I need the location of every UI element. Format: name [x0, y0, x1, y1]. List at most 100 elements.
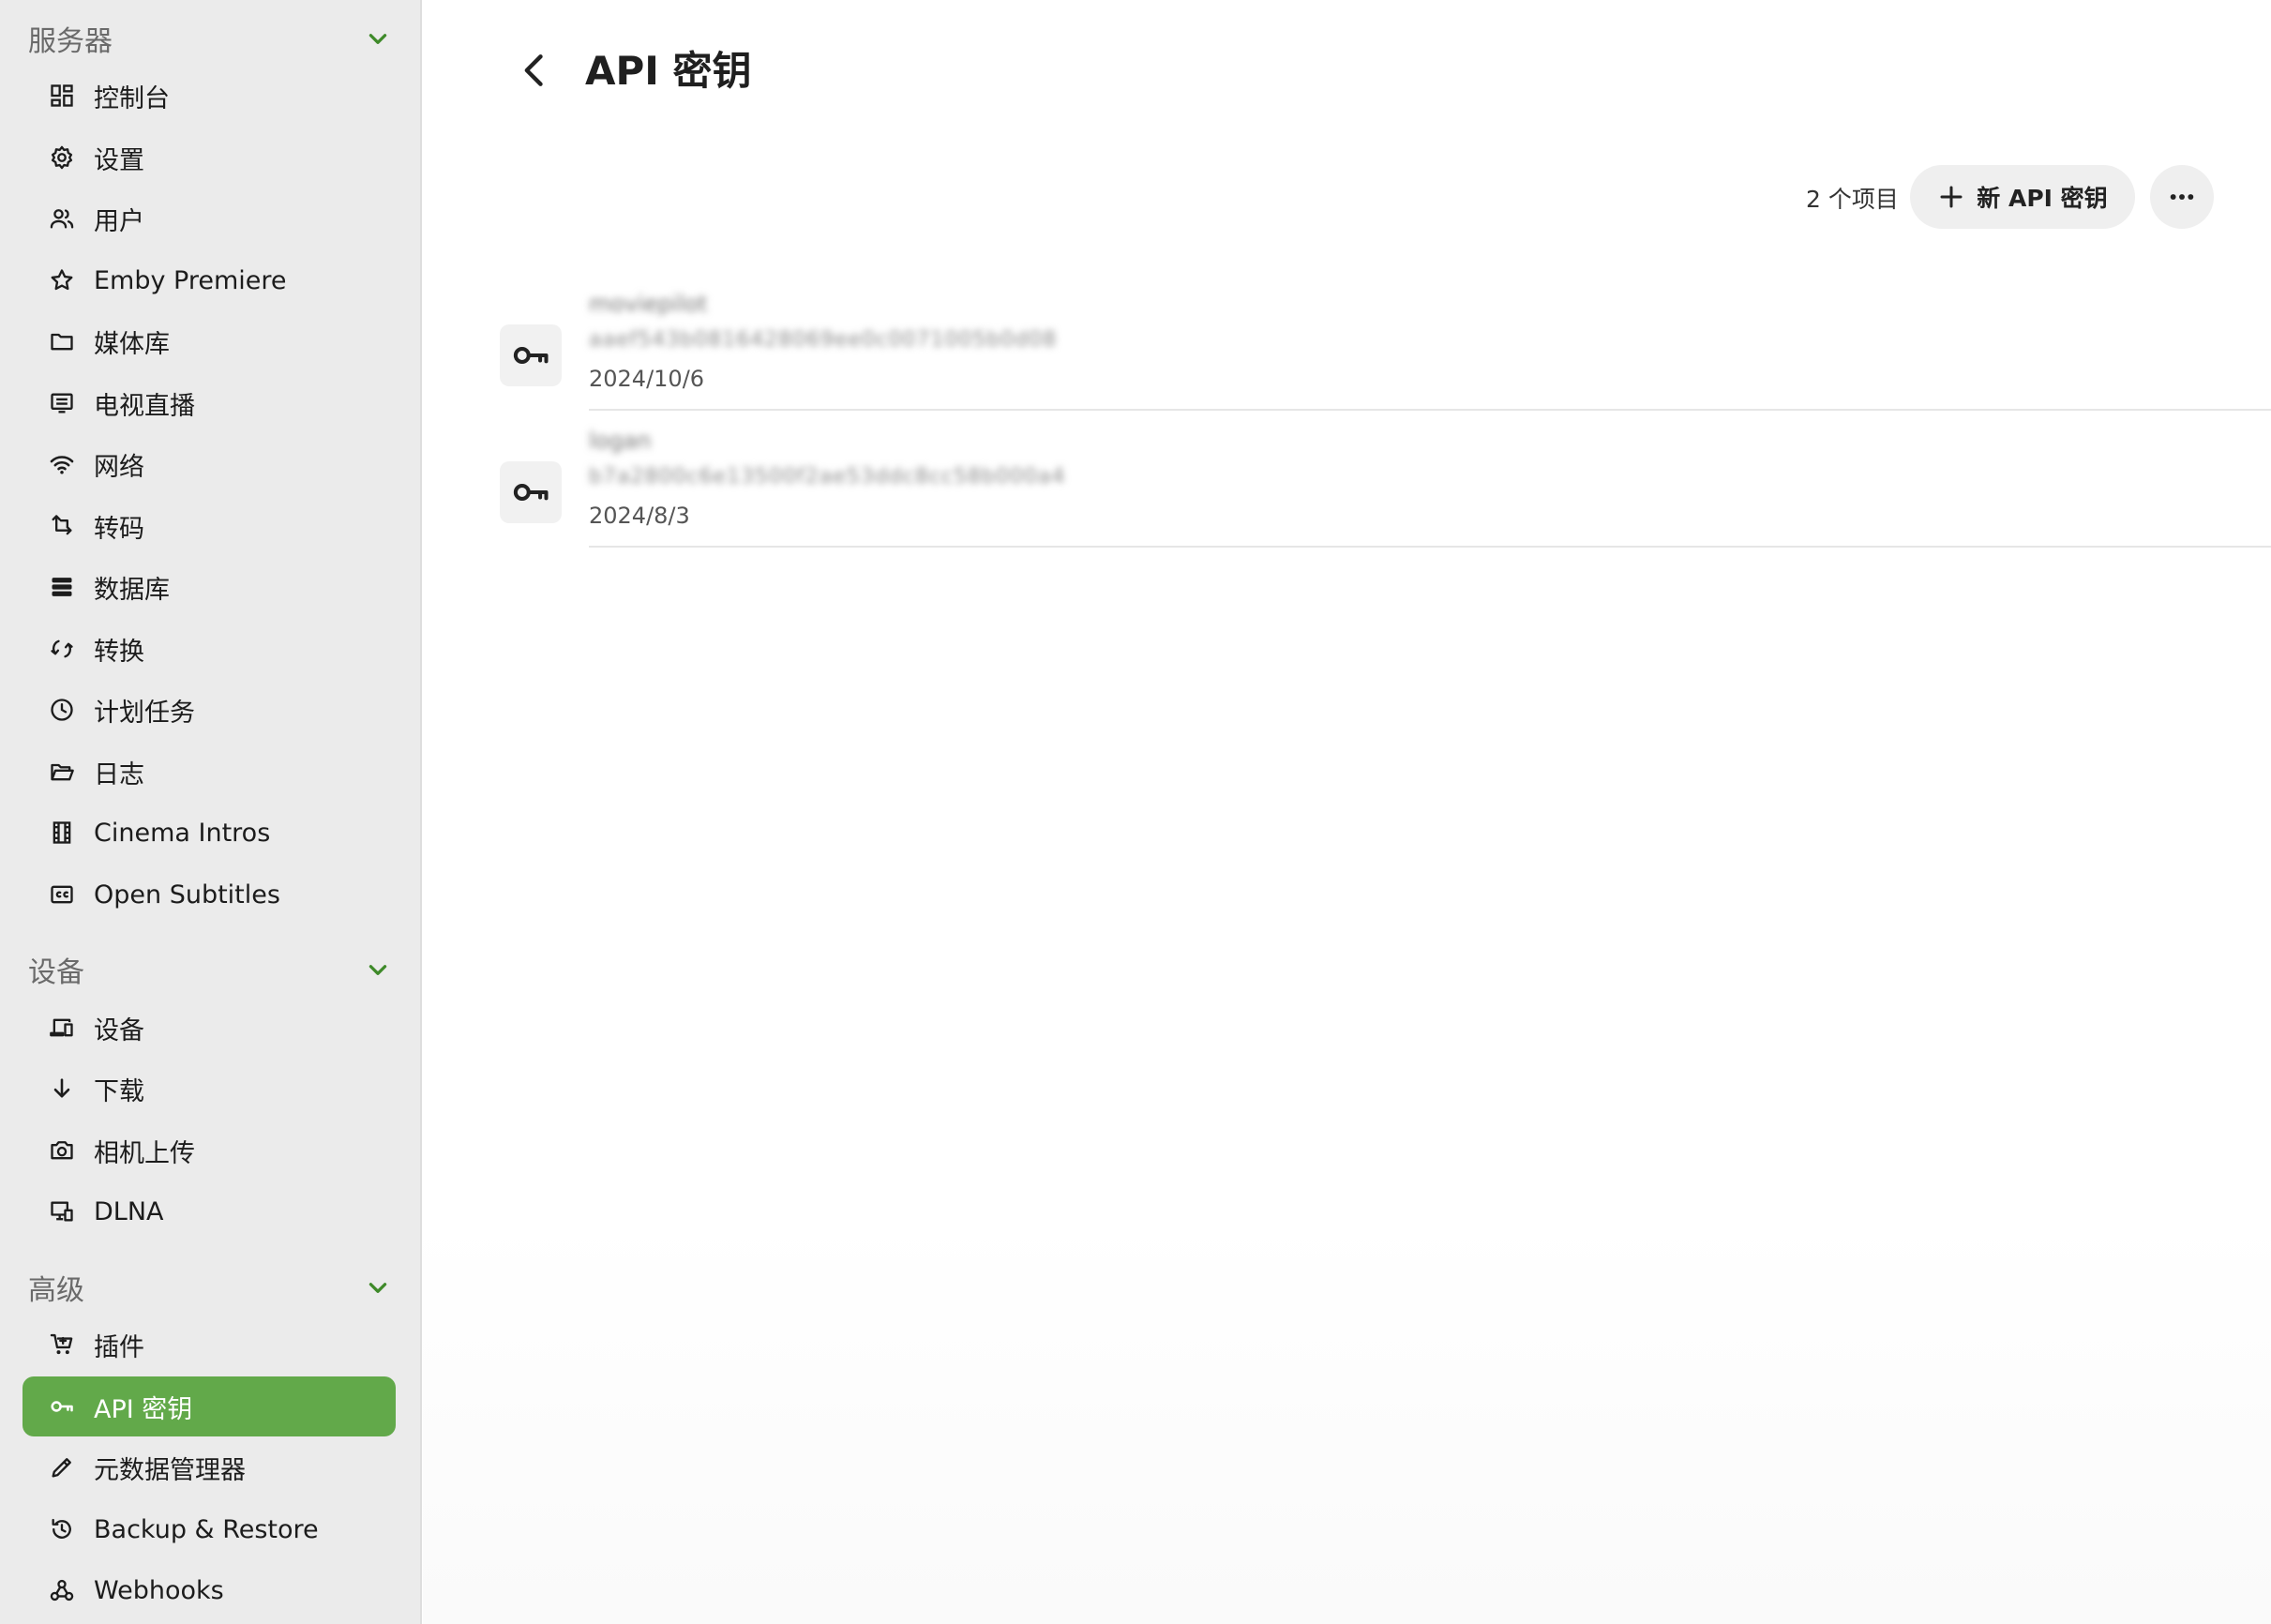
- chevron-down-icon[interactable]: [362, 954, 394, 985]
- sidebar-item-label: DLNA: [94, 1196, 164, 1226]
- sidebar-item-label: 计划任务: [94, 698, 195, 728]
- sidebar-item-label: 下载: [94, 1076, 144, 1106]
- sidebar-item-settings[interactable]: 设置: [23, 128, 396, 188]
- dlna-icon: [47, 1196, 77, 1226]
- new-api-key-label: 新 API 密钥: [1977, 185, 2108, 212]
- sidebar-item-library[interactable]: 媒体库: [23, 311, 396, 371]
- section-title-advanced: 高级: [28, 1274, 84, 1307]
- wifi-icon: [47, 449, 77, 479]
- section-header-server[interactable]: 服务器: [28, 15, 394, 62]
- camera-icon: [47, 1135, 77, 1165]
- sidebar-item-open-subtitles[interactable]: Open Subtitles: [23, 865, 396, 925]
- sidebar-item-label: 网络: [94, 452, 144, 482]
- sidebar-item-label: Webhooks: [94, 1575, 224, 1605]
- chevron-down-icon[interactable]: [362, 1271, 394, 1303]
- sidebar-item-label: 元数据管理器: [94, 1455, 246, 1485]
- devices-icon: [47, 1013, 77, 1043]
- plus-icon: [1940, 186, 1963, 208]
- back-button[interactable]: [512, 42, 559, 98]
- section-header-devices[interactable]: 设备: [28, 946, 394, 993]
- gear-icon: [47, 143, 77, 173]
- sidebar-item-metadata-manager[interactable]: 元数据管理器: [23, 1437, 396, 1497]
- sidebar-item-convert[interactable]: 转换: [23, 619, 396, 679]
- sidebar-item-emby-premiere[interactable]: Emby Premiere: [23, 250, 396, 310]
- page-title: API 密钥: [585, 48, 752, 94]
- key-icon: [47, 1391, 77, 1421]
- film-icon: [47, 818, 77, 848]
- api-key-date: 2024/8/3: [589, 503, 690, 529]
- folder-icon: [47, 326, 77, 356]
- sidebar-item-label: Open Subtitles: [94, 880, 280, 910]
- sidebar-item-camera-upload[interactable]: 相机上传: [23, 1120, 396, 1180]
- sidebar-item-dlna[interactable]: DLNA: [23, 1181, 396, 1241]
- restore-icon: [47, 1514, 77, 1544]
- section-title-server: 服务器: [28, 25, 113, 58]
- sidebar-item-label: 转换: [94, 637, 144, 667]
- key-icon: [500, 324, 562, 386]
- sidebar-item-label: 日志: [94, 759, 144, 789]
- sidebar-item-downloads[interactable]: 下载: [23, 1059, 396, 1119]
- api-key-row[interactable]: logan b7a2800c6e13500f2ae53ddc8cc58b000a…: [500, 428, 2271, 564]
- tv-guide-icon: [47, 388, 77, 418]
- sidebar-item-users[interactable]: 用户: [23, 188, 396, 248]
- api-key-row[interactable]: moviepilot aaef543b0816428069ee0c0071005…: [500, 291, 2271, 428]
- api-key-name: moviepilot: [589, 291, 708, 317]
- chevron-left-icon: [524, 54, 543, 86]
- sidebar-item-webhooks[interactable]: Webhooks: [23, 1560, 396, 1620]
- more-options-button[interactable]: [2150, 165, 2214, 229]
- key-icon: [500, 461, 562, 523]
- sidebar-item-dashboard[interactable]: 控制台: [23, 66, 396, 126]
- sidebar-item-backup-restore[interactable]: Backup & Restore: [23, 1499, 396, 1559]
- sidebar-item-label: 设置: [94, 145, 144, 175]
- sidebar-item-label: 相机上传: [94, 1138, 195, 1168]
- pencil-icon: [47, 1452, 77, 1482]
- sidebar: 服务器 控制台 设置 用户 Emby Premiere 媒体库 电视直播 网络 …: [0, 0, 422, 1624]
- sidebar-item-logs[interactable]: 日志: [23, 742, 396, 802]
- api-key-date: 2024/10/6: [589, 366, 705, 392]
- sidebar-item-label: 插件: [94, 1332, 144, 1362]
- api-key-value: aaef543b0816428069ee0c0071005b0d08: [589, 328, 1058, 352]
- item-count: 2 个项目: [1806, 186, 1899, 213]
- api-key-name: logan: [589, 428, 652, 454]
- folder-open-icon: [47, 757, 77, 787]
- users-icon: [47, 203, 77, 233]
- sidebar-item-devices[interactable]: 设备: [23, 998, 396, 1058]
- chevron-down-icon[interactable]: [362, 23, 394, 54]
- clock-icon: [47, 695, 77, 725]
- sidebar-item-plugins[interactable]: 插件: [23, 1315, 396, 1375]
- star-icon: [47, 265, 77, 295]
- sidebar-item-label: 媒体库: [94, 329, 170, 359]
- sidebar-item-label: Backup & Restore: [94, 1514, 319, 1544]
- sidebar-item-api-keys[interactable]: API 密钥: [23, 1376, 396, 1436]
- download-icon: [47, 1074, 77, 1104]
- sidebar-item-label: 设备: [94, 1015, 144, 1045]
- row-divider: [589, 546, 2271, 548]
- webhook-icon: [47, 1575, 77, 1605]
- sidebar-item-transcode[interactable]: 转码: [23, 496, 396, 556]
- sidebar-item-label: Emby Premiere: [94, 265, 287, 295]
- sidebar-item-label: 数据库: [94, 575, 170, 605]
- main-content: API 密钥 2 个项目 新 API 密钥 moviepilot aaef543…: [423, 0, 2271, 1624]
- sidebar-item-database[interactable]: 数据库: [23, 557, 396, 617]
- new-api-key-button[interactable]: 新 API 密钥: [1910, 165, 2135, 229]
- sidebar-item-label: 转码: [94, 514, 144, 544]
- sidebar-item-label: API 密钥: [94, 1394, 193, 1424]
- transcode-icon: [47, 511, 77, 541]
- cart-icon: [47, 1330, 77, 1360]
- section-header-advanced[interactable]: 高级: [28, 1264, 394, 1311]
- sidebar-item-label: 用户: [94, 206, 144, 236]
- section-title-devices: 设备: [28, 956, 84, 989]
- convert-icon: [47, 634, 77, 664]
- sidebar-item-label: Cinema Intros: [94, 818, 271, 848]
- api-key-value: b7a2800c6e13500f2ae53ddc8cc58b000a4: [589, 465, 1066, 489]
- sidebar-item-network[interactable]: 网络: [23, 434, 396, 494]
- sidebar-item-scheduled-tasks[interactable]: 计划任务: [23, 680, 396, 740]
- sidebar-item-label: 控制台: [94, 83, 170, 113]
- database-icon: [47, 572, 77, 602]
- sidebar-item-label: 电视直播: [94, 391, 195, 421]
- more-horizontal-icon: [2170, 194, 2194, 200]
- dashboard-icon: [47, 81, 77, 111]
- cc-icon: [47, 880, 77, 910]
- sidebar-item-live-tv[interactable]: 电视直播: [23, 373, 396, 433]
- sidebar-item-cinema-intros[interactable]: Cinema Intros: [23, 803, 396, 863]
